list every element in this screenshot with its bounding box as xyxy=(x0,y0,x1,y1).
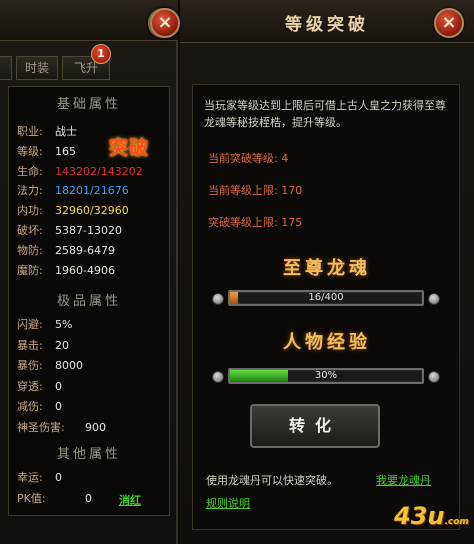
stat-label: 减伤: xyxy=(17,400,43,413)
clear-red-link[interactable]: 消红 xyxy=(119,492,141,508)
bar-end-left-icon xyxy=(212,371,224,383)
stat-value: 900 xyxy=(85,420,106,434)
breakthrough-stamp: 突破 xyxy=(109,137,150,159)
stat-value: 0 xyxy=(55,471,62,484)
notification-badge: 1 xyxy=(91,44,111,64)
premium-attributes-header: 极品属性 xyxy=(56,294,121,309)
stat-row: PK值: 0 xyxy=(17,492,92,506)
basic-attributes-header: 基础属性 xyxy=(56,97,121,112)
stat-value: 5387-13020 xyxy=(55,224,122,237)
stat-label: 破坏: xyxy=(17,224,43,237)
dragon-soul-title: 至尊龙魂 xyxy=(283,258,371,279)
logo-suffix: .com xyxy=(444,517,469,527)
info-value: 170 xyxy=(281,184,303,197)
breakthrough-level-cap: 突破等级上限: 175 xyxy=(208,214,302,230)
stat-row: 减伤: 0 xyxy=(17,400,62,414)
info-label: 当前突破等级: xyxy=(208,152,278,165)
stat-row: 暴伤: 8000 xyxy=(17,359,83,373)
stat-row: 破坏: 5387-13020 xyxy=(17,224,122,238)
bar-end-right-icon xyxy=(428,293,440,305)
info-value: 175 xyxy=(281,216,303,229)
experience-title: 人物经验 xyxy=(283,332,371,353)
stat-label: 穿透: xyxy=(17,379,43,393)
stat-label: 职业: xyxy=(17,125,43,138)
info-label: 突破等级上限: xyxy=(208,216,278,229)
stat-label: 暴击: xyxy=(17,338,43,352)
stat-row: 神圣伤害: 900 xyxy=(17,420,106,435)
stat-value: 0 xyxy=(55,400,62,413)
dragon-soul-bar: 16/400 xyxy=(228,290,424,306)
stat-row: 穿透: 0 xyxy=(17,379,62,394)
stat-value: 0 xyxy=(85,492,92,505)
stat-label: 物防: xyxy=(17,243,43,257)
rules-link[interactable]: 规则说明 xyxy=(206,495,250,511)
current-breakthrough-level: 当前突破等级: 4 xyxy=(208,150,288,166)
breakthrough-description: 当玩家等级达到上限后可借上古人皇之力获得至尊龙魂等秘技桎梏，提升等级。 xyxy=(204,99,446,129)
stat-value: 32960/32960 xyxy=(55,204,129,218)
stat-row: 魔防: 1960-4906 xyxy=(17,263,115,278)
stat-row: 暴击: 20 xyxy=(17,338,69,353)
dragon-pill-hint: 使用龙魂丹可以快速突破。 xyxy=(206,474,338,487)
stat-value: 18201/21676 xyxy=(55,184,129,198)
stat-row: 闪避: 5% xyxy=(17,318,72,332)
stat-label: 幸运: xyxy=(17,471,43,484)
stat-label: 法力: xyxy=(17,184,43,198)
bar-end-right-icon xyxy=(428,371,440,383)
stat-value: 0 xyxy=(55,379,62,393)
stat-row: 法力: 18201/21676 xyxy=(17,184,129,198)
logo-main: 43u xyxy=(394,502,445,530)
stat-row: 物防: 2589-6479 xyxy=(17,243,115,258)
info-value: 4 xyxy=(281,152,289,165)
panel-title: 等级突破 xyxy=(285,15,369,35)
tab-fashion[interactable]: 时装 xyxy=(16,56,58,80)
stat-value: 165 xyxy=(55,144,76,158)
other-attributes-header: 其他属性 xyxy=(56,447,121,462)
stat-row: 内功: 32960/32960 xyxy=(17,204,129,218)
stat-value: 5% xyxy=(55,318,73,331)
site-logo: 43u.com xyxy=(394,502,469,530)
stats-box: 基础属性 突破 职业: 战士 等级: 165 生命: 143202/143202 法力: 18… xyxy=(8,86,170,516)
close-left-button[interactable]: × xyxy=(150,8,180,38)
bar-end-left-icon xyxy=(212,293,224,305)
current-level-cap: 当前等级上限: 170 xyxy=(208,182,302,198)
stat-label: 内功: xyxy=(17,204,43,218)
info-label: 当前等级上限: xyxy=(208,184,278,197)
stat-row: 幸运: 0 xyxy=(17,471,62,485)
stat-value: 143202/143202 xyxy=(55,164,143,178)
stat-label: PK值: xyxy=(17,492,46,505)
stat-row: 职业: 战士 xyxy=(17,125,77,139)
stat-row: 等级: 165 xyxy=(17,144,76,159)
stat-label: 闪避: xyxy=(17,318,43,331)
want-dragon-pill-link[interactable]: 我要龙魂丹 xyxy=(376,472,431,488)
stat-label: 等级: xyxy=(17,144,43,158)
stat-label: 生命: xyxy=(17,164,43,178)
experience-bar: 30% xyxy=(228,368,424,384)
experience-text: 30% xyxy=(314,370,338,381)
stat-value: 2589-6479 xyxy=(55,243,115,257)
convert-button[interactable]: 转化 xyxy=(250,404,380,448)
stat-row: 生命: 143202/143202 xyxy=(17,164,143,179)
stat-label: 魔防: xyxy=(17,263,43,277)
stat-label: 暴伤: xyxy=(17,359,43,372)
stat-value: 战士 xyxy=(55,125,77,138)
stat-label: 神圣伤害: xyxy=(17,420,65,434)
tab-partial[interactable] xyxy=(0,56,12,80)
stat-value: 8000 xyxy=(55,359,83,372)
dragon-soul-text: 16/400 xyxy=(308,292,344,303)
stat-value: 1960-4906 xyxy=(55,263,115,277)
stat-value: 20 xyxy=(55,338,69,352)
